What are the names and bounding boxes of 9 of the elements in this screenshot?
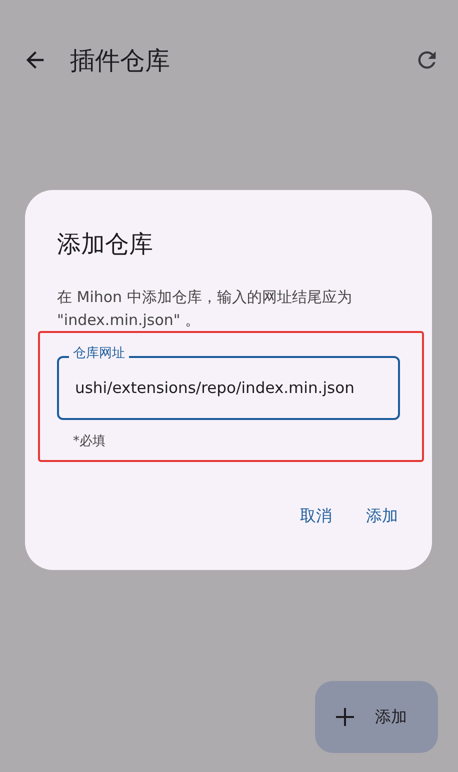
- cancel-button[interactable]: 取消: [298, 502, 334, 531]
- plus-icon: [335, 707, 355, 727]
- add-button[interactable]: 添加: [364, 502, 400, 531]
- dialog-message: 在 Mihon 中添加仓库，输入的网址结尾应为 "index.min.json" 。: [57, 287, 353, 331]
- page-title: 插件仓库: [70, 44, 171, 76]
- add-fab[interactable]: 添加: [315, 681, 438, 753]
- helper-text: *必填: [73, 433, 106, 450]
- field-label: 仓库网址: [69, 346, 129, 362]
- dialog-title: 添加仓库: [57, 229, 154, 260]
